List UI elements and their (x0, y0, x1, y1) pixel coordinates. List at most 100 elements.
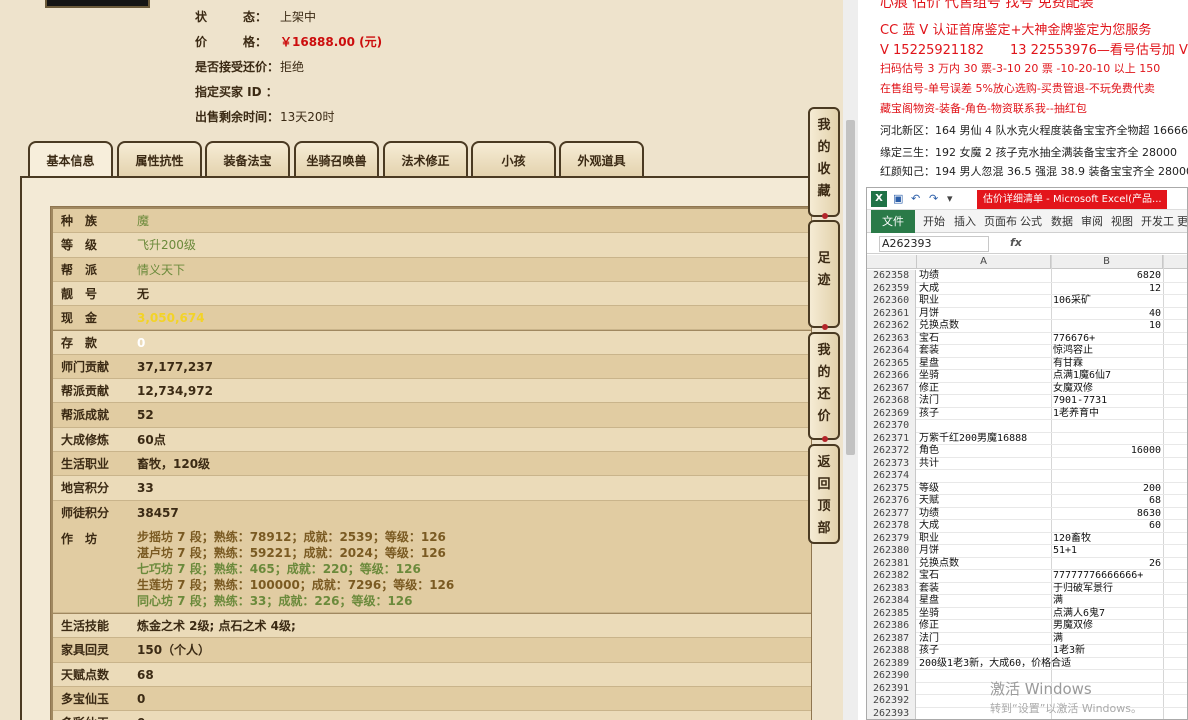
tab-children[interactable]: 小孩 (471, 141, 556, 177)
cell-a[interactable]: 功绩 (919, 508, 1051, 521)
cell-a[interactable]: 200级1老3新，大成60，价格合适 (919, 658, 1071, 671)
my-favorites-button[interactable]: 我的收藏 (808, 107, 840, 219)
excel-row[interactable]: 262377 功绩 8630 (867, 507, 1187, 521)
cell-b[interactable]: 12 (1053, 283, 1161, 296)
ribbon-tab-developer[interactable]: 开发工 (1141, 210, 1174, 233)
excel-row[interactable]: 262369 孩子 1老养育中 (867, 407, 1187, 421)
back-to-top-button[interactable]: 返回顶部 (808, 444, 840, 544)
excel-row[interactable]: 262362 兑换点数 10 (867, 320, 1187, 333)
excel-row[interactable]: 262386 修正 男魔双修 (867, 620, 1187, 633)
row-number[interactable]: 262377 (867, 507, 916, 520)
row-number[interactable]: 262363 (867, 332, 916, 345)
cell-b[interactable]: 满 (1053, 633, 1161, 646)
cell-a[interactable]: 套装 (919, 583, 1051, 596)
row-number[interactable]: 262369 (867, 407, 916, 420)
ribbon-tab-view[interactable]: 视图 (1111, 210, 1133, 233)
cell-b[interactable]: 女魔双修 (1053, 383, 1161, 396)
row-number[interactable]: 262371 (867, 432, 916, 445)
cell-a[interactable]: 月饼 (919, 308, 1051, 321)
row-number[interactable]: 262383 (867, 582, 916, 595)
excel-row[interactable]: 262361 月饼 40 (867, 307, 1187, 321)
cell-b[interactable]: 120畜牧 (1053, 533, 1161, 546)
cell-a[interactable]: 孩子 (919, 408, 1051, 421)
cell-a[interactable]: 万紫千红200男魔16888 (919, 433, 1051, 446)
excel-row[interactable]: 262383 套装 于归破军景行 (867, 582, 1187, 596)
ribbon-tab-file[interactable]: 文件 (871, 210, 915, 233)
cell-b[interactable]: 200 (1053, 483, 1161, 496)
cell-b[interactable]: 惊鸿容止 (1053, 345, 1161, 358)
excel-row[interactable]: 262389 200级1老3新，大成60，价格合适 (867, 657, 1187, 671)
cell-b[interactable]: 点满人6鬼7 (1053, 608, 1161, 621)
cell-a[interactable]: 修正 (919, 620, 1051, 633)
ribbon-tab-insert[interactable]: 插入 (954, 210, 976, 233)
fx-icon[interactable]: fx (1010, 236, 1022, 249)
cell-b[interactable]: 点满1魔6仙7 (1053, 370, 1161, 383)
cell-a[interactable]: 星盘 (919, 595, 1051, 608)
cell-a[interactable]: 共计 (919, 458, 1051, 471)
excel-row[interactable]: 262380 月饼 51+1 (867, 545, 1187, 558)
row-number[interactable]: 262389 (867, 657, 916, 670)
row-number[interactable]: 262375 (867, 482, 916, 495)
row-number[interactable]: 262358 (867, 270, 916, 283)
row-number[interactable]: 262381 (867, 557, 916, 570)
row-number[interactable]: 262360 (867, 295, 916, 308)
cell-a[interactable]: 职业 (919, 533, 1051, 546)
excel-row[interactable]: 262364 套装 惊鸿容止 (867, 345, 1187, 358)
scrollbar-thumb[interactable] (846, 120, 855, 455)
excel-row[interactable]: 262358 功绩 6820 (867, 270, 1187, 283)
tab-mounts-pets[interactable]: 坐骑召唤兽 (294, 141, 379, 177)
ribbon-tab-review[interactable]: 审阅 (1081, 210, 1103, 233)
row-number[interactable]: 262378 (867, 520, 916, 533)
cell-a[interactable]: 套装 (919, 345, 1051, 358)
row-number[interactable]: 262386 (867, 620, 916, 633)
cell-a[interactable]: 兑换点数 (919, 558, 1051, 571)
cell-a[interactable]: 大成 (919, 283, 1051, 296)
excel-icon[interactable]: X (871, 191, 887, 207)
excel-row[interactable]: 262360 职业 106采矿 (867, 295, 1187, 308)
quick-access-dropdown-icon[interactable]: ▾ (947, 192, 953, 205)
cell-b[interactable]: 1老养育中 (1053, 408, 1161, 421)
cell-a[interactable]: 宝石 (919, 570, 1051, 583)
cell-a[interactable]: 角色 (919, 445, 1051, 458)
cell-b[interactable]: 40 (1053, 308, 1161, 321)
row-number[interactable]: 262387 (867, 632, 916, 645)
row-number[interactable]: 262384 (867, 595, 916, 608)
row-number[interactable]: 262382 (867, 570, 916, 583)
cell-a[interactable]: 等级 (919, 483, 1051, 496)
ribbon-tab-more[interactable]: 更 (1177, 210, 1187, 233)
cell-a[interactable]: 孩子 (919, 645, 1051, 658)
excel-row[interactable]: 262363 宝石 776676+ (867, 332, 1187, 345)
cell-b[interactable]: 16000 (1053, 445, 1161, 458)
cell-a[interactable]: 天赋 (919, 495, 1051, 508)
excel-row[interactable]: 262359 大成 12 (867, 282, 1187, 296)
name-box[interactable]: A262393 (879, 236, 989, 252)
cell-b[interactable]: 106采矿 (1053, 295, 1161, 308)
row-number[interactable]: 262374 (867, 470, 916, 483)
cell-b[interactable]: 26 (1053, 558, 1161, 571)
redo-icon[interactable]: ↷ (929, 192, 938, 205)
ribbon-tab-page-layout[interactable]: 页面布 (984, 210, 1017, 233)
cell-a[interactable]: 修正 (919, 383, 1051, 396)
cell-b[interactable]: 1老3新 (1053, 645, 1161, 658)
cell-a[interactable]: 坐骑 (919, 608, 1051, 621)
excel-row[interactable]: 262366 坐骑 点满1魔6仙7 (867, 370, 1187, 383)
column-header-a[interactable]: A (917, 255, 1051, 269)
cell-b[interactable]: 51+1 (1053, 545, 1161, 558)
row-number[interactable]: 262362 (867, 320, 916, 333)
cell-b[interactable]: 60 (1053, 520, 1161, 533)
cell-a[interactable]: 月饼 (919, 545, 1051, 558)
row-number[interactable]: 262388 (867, 645, 916, 658)
tab-spell-correction[interactable]: 法术修正 (383, 141, 468, 177)
character-thumbnail[interactable] (45, 0, 150, 8)
cell-b[interactable]: 68 (1053, 495, 1161, 508)
excel-row[interactable]: 262378 大成 60 (867, 520, 1187, 533)
excel-row[interactable]: 262379 职业 120畜牧 (867, 532, 1187, 546)
excel-row[interactable]: 262382 宝石 77777776666666+ (867, 570, 1187, 583)
row-number[interactable]: 262367 (867, 382, 916, 395)
cell-b[interactable]: 8630 (1053, 508, 1161, 521)
row-number[interactable]: 262385 (867, 607, 916, 620)
excel-row[interactable]: 262368 法门 7901-7731 (867, 395, 1187, 408)
cell-b[interactable]: 6820 (1053, 270, 1161, 283)
undo-icon[interactable]: ↶ (911, 192, 920, 205)
ribbon-tab-home[interactable]: 开始 (923, 210, 945, 233)
